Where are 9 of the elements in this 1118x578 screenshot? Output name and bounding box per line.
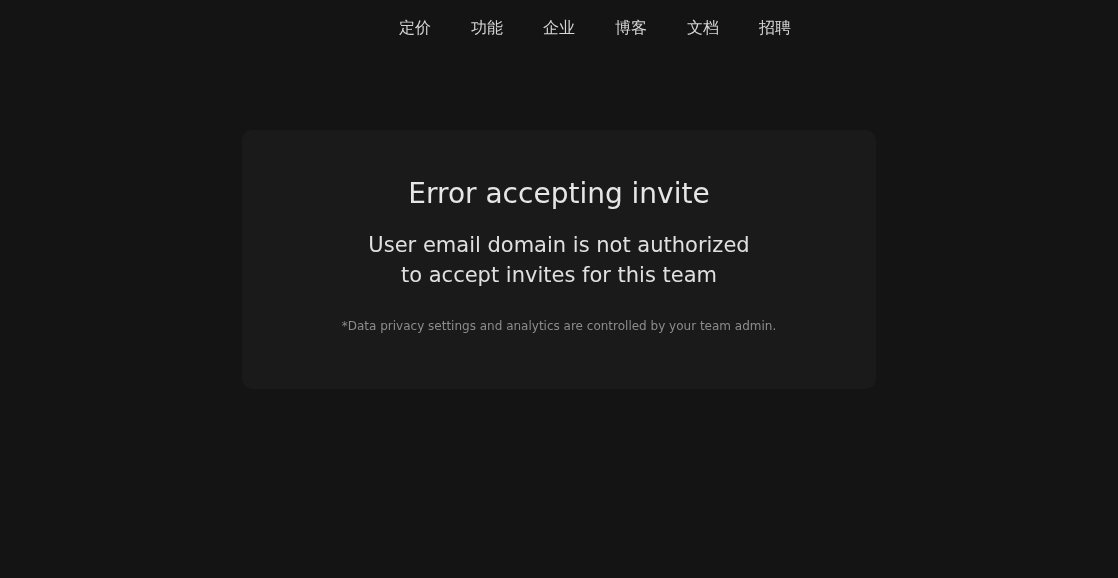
nav-link[interactable]: 博客 xyxy=(611,17,651,39)
privacy-note: *Data privacy settings and analytics are controlled by your team admin. xyxy=(341,318,777,334)
nav-link[interactable]: 企业 xyxy=(539,17,579,39)
error-title: Error accepting invite xyxy=(408,176,710,212)
nav-link[interactable]: 招聘 xyxy=(755,17,795,39)
nav-link[interactable]: 文档 xyxy=(683,17,723,39)
error-message: User email domain is not authorized to accept invites for this team xyxy=(368,232,750,289)
nav-link[interactable]: 功能 xyxy=(467,17,507,39)
nav-link[interactable]: 定价 xyxy=(395,17,435,39)
